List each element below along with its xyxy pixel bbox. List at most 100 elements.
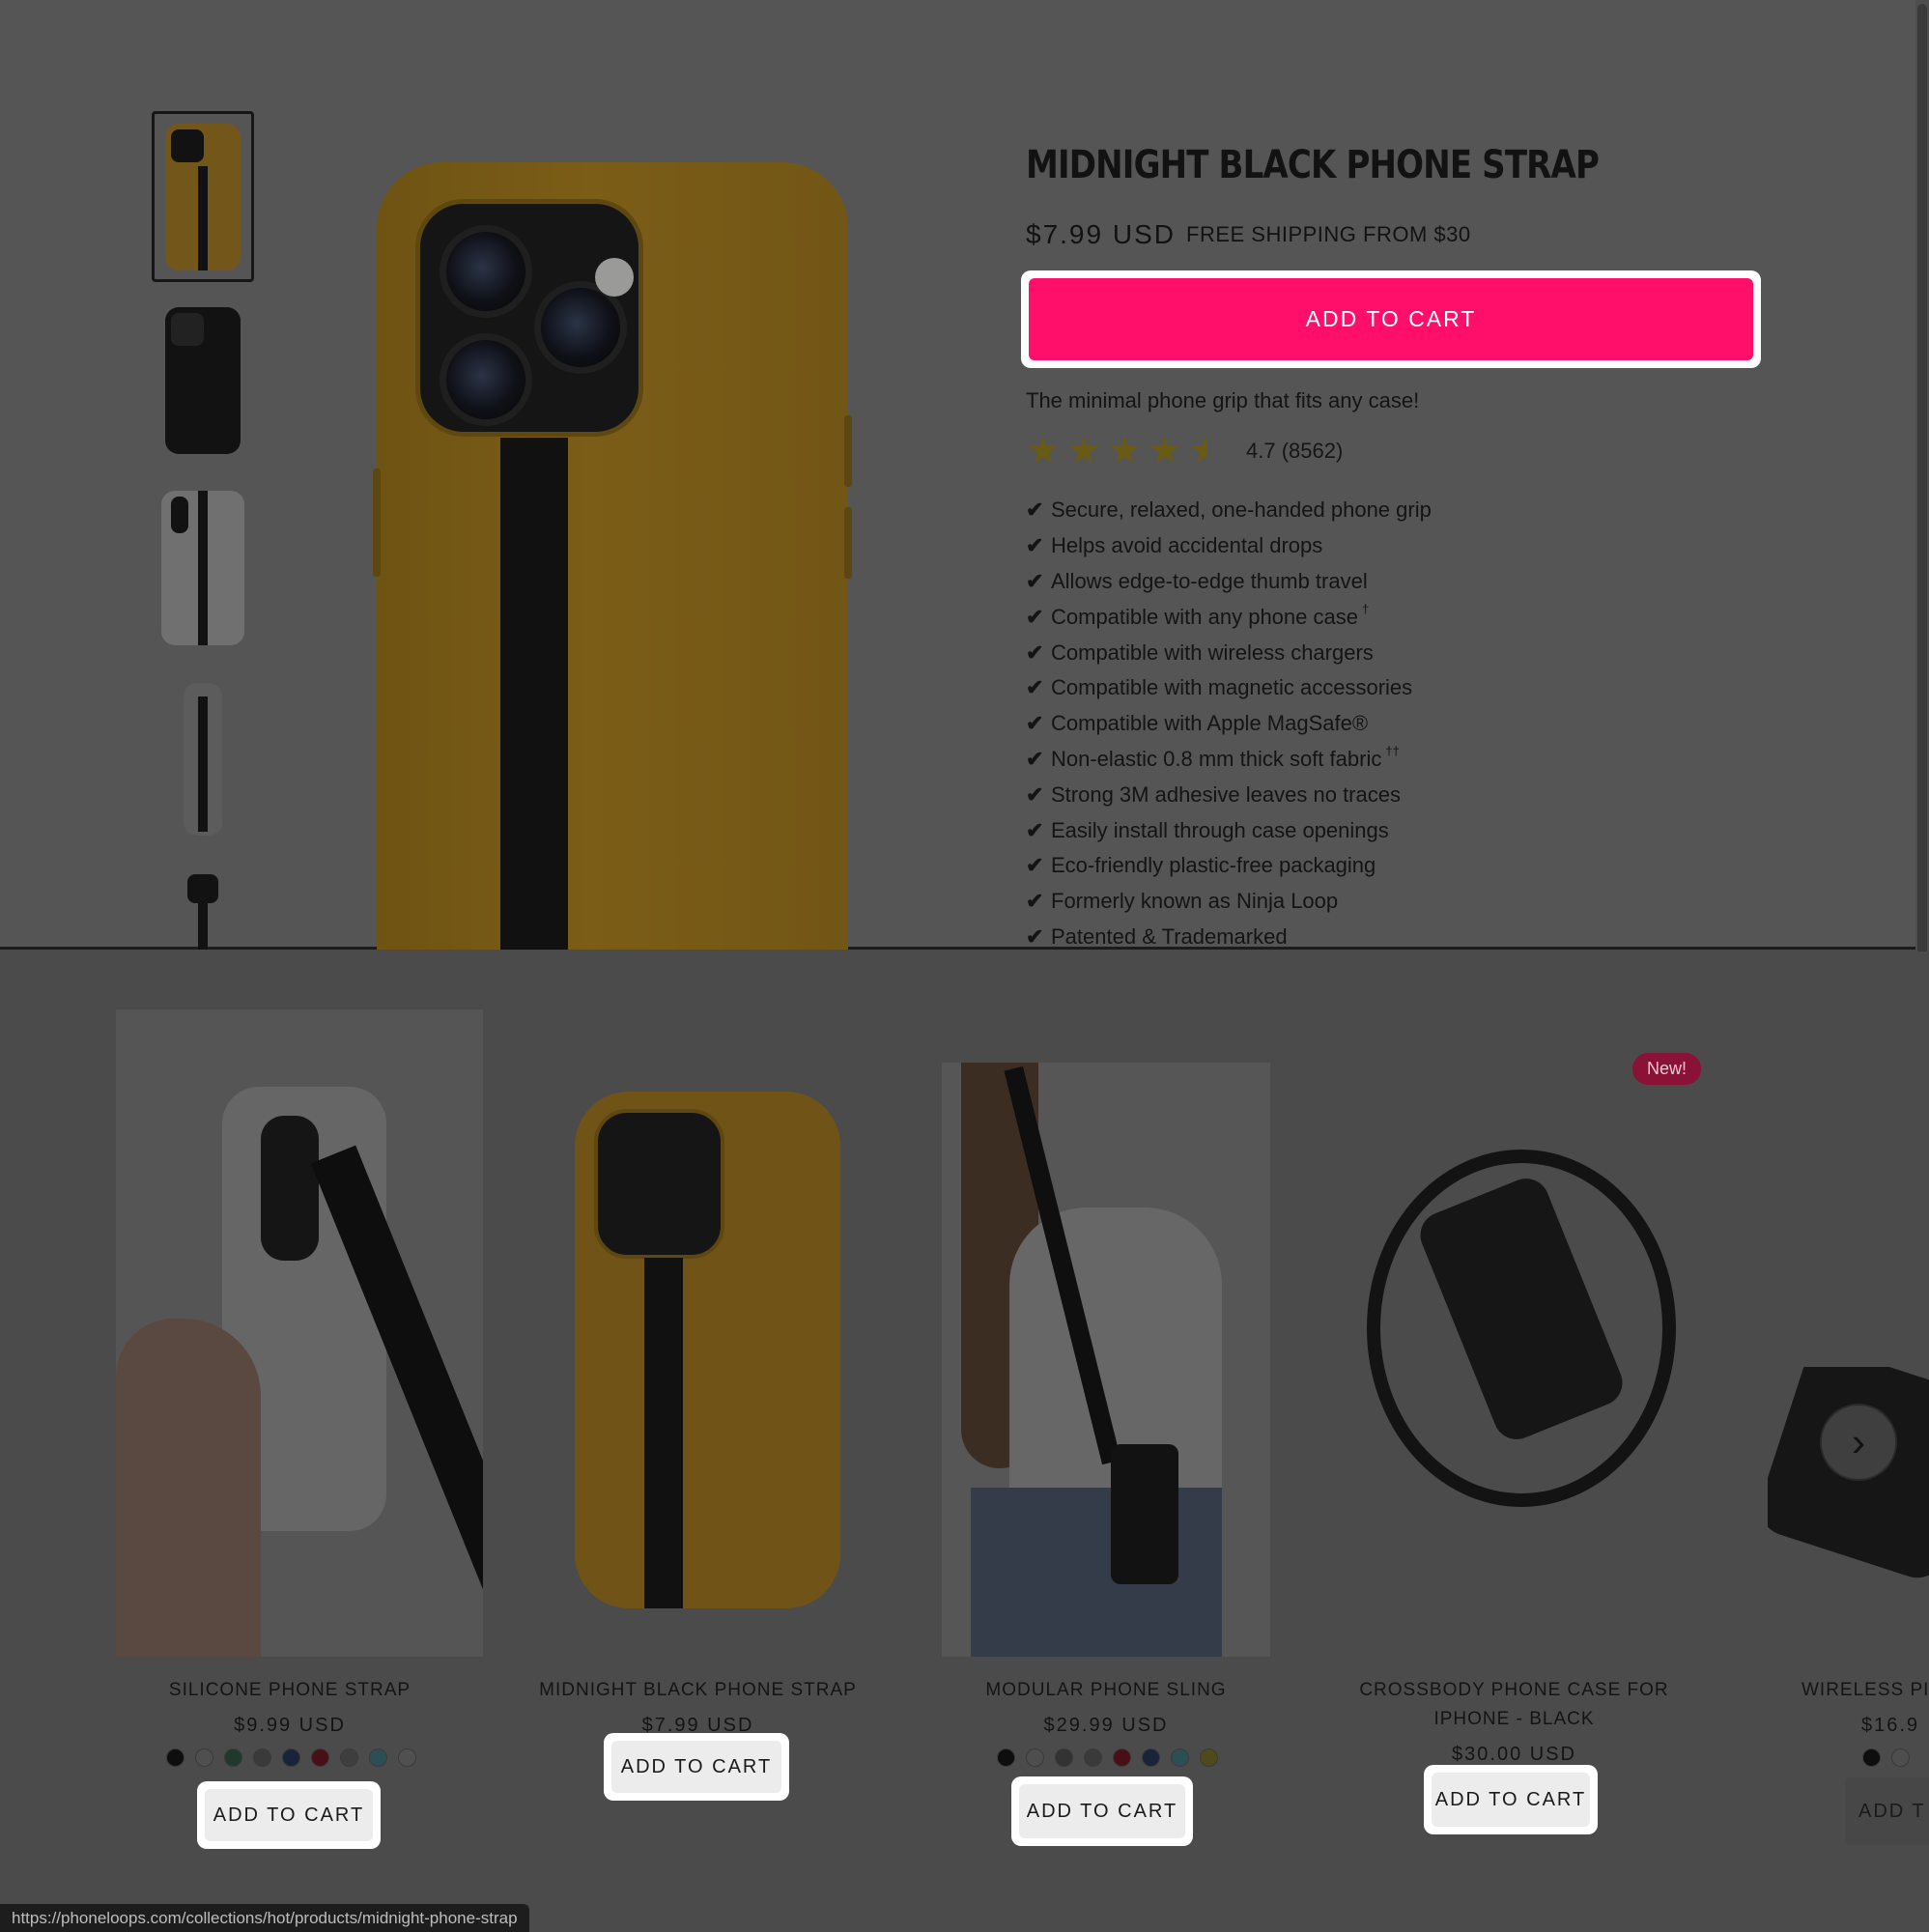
thumbnail-image bbox=[184, 683, 222, 836]
color-swatch[interactable] bbox=[369, 1748, 387, 1767]
add-to-cart-focus-ring: ADD TO CART bbox=[197, 1781, 381, 1849]
add-to-cart-button[interactable]: ADD TO CART bbox=[1019, 1784, 1185, 1838]
feature-text: Compatible with Apple MagSafe® bbox=[1051, 711, 1369, 736]
feature-text: Compatible with magnetic accessories bbox=[1051, 675, 1413, 700]
product-price: $30.00 USD bbox=[1452, 1744, 1576, 1765]
thumbnail-camera bbox=[171, 496, 188, 533]
product-image[interactable] bbox=[1338, 1145, 1690, 1560]
add-to-cart-button[interactable]: ADD T bbox=[1845, 1777, 1929, 1845]
phone-shape bbox=[1111, 1444, 1178, 1584]
product-name[interactable]: SILICONE PHONE STRAP bbox=[116, 1676, 464, 1705]
product-price: $16.9 bbox=[1861, 1715, 1920, 1736]
product-name[interactable]: CROSSBODY PHONE CASE FOR IPHONE - BLACK bbox=[1338, 1676, 1690, 1734]
scrollbar[interactable] bbox=[1915, 0, 1929, 1063]
feature-item: ✔ Compatible with magnetic accessories bbox=[1026, 670, 1435, 706]
color-swatch[interactable] bbox=[1113, 1748, 1131, 1767]
thumbnail-camera bbox=[171, 313, 204, 346]
phone-side-button bbox=[373, 469, 381, 577]
star-half-icon: ★ bbox=[1186, 433, 1225, 469]
phone-side-button bbox=[844, 415, 852, 487]
hand-shape bbox=[116, 1319, 261, 1657]
product-name[interactable]: WIRELESS PI bbox=[1801, 1676, 1929, 1705]
check-icon: ✔ bbox=[1026, 853, 1044, 878]
color-swatch[interactable] bbox=[195, 1748, 213, 1767]
new-badge: New! bbox=[1632, 1053, 1702, 1085]
add-to-cart-button[interactable]: ADD TO CART bbox=[1432, 1773, 1590, 1827]
color-swatch[interactable] bbox=[340, 1748, 358, 1767]
phone-strap bbox=[644, 1258, 683, 1608]
product-name[interactable]: MODULAR PHONE SLING bbox=[942, 1676, 1270, 1705]
add-to-cart-button-partial: ADD T bbox=[1845, 1777, 1929, 1845]
feature-text: Compatible with any phone case bbox=[1051, 604, 1358, 629]
add-to-cart-focus-ring: ADD TO CART bbox=[1424, 1765, 1598, 1834]
feature-item: ✔ Compatible with wireless chargers bbox=[1026, 635, 1435, 670]
color-swatch[interactable] bbox=[1055, 1748, 1073, 1767]
thumbnail-4[interactable] bbox=[152, 681, 254, 838]
recommendations-carousel: SILICONE PHONE STRAP $9.99 USD ADD TO CA… bbox=[0, 952, 1929, 1932]
product-main-image bbox=[377, 162, 848, 950]
color-swatch[interactable] bbox=[311, 1748, 329, 1767]
thumbnail-image bbox=[184, 865, 222, 950]
color-swatch[interactable] bbox=[997, 1748, 1015, 1767]
phone-side-button bbox=[844, 507, 852, 579]
feature-text: Patented & Trademarked bbox=[1051, 923, 1288, 949]
product-title: MIDNIGHT BLACK PHONE STRAP bbox=[1026, 143, 1600, 187]
color-swatches bbox=[166, 1748, 416, 1767]
color-swatch[interactable] bbox=[1862, 1748, 1881, 1767]
color-swatch[interactable] bbox=[1891, 1748, 1910, 1767]
product-price: $7.99 USD bbox=[1026, 219, 1176, 249]
thumbnail-2[interactable] bbox=[152, 303, 254, 458]
thumbnail-image bbox=[161, 490, 244, 645]
check-icon: ✔ bbox=[1026, 533, 1044, 558]
color-swatch[interactable] bbox=[166, 1748, 184, 1767]
rating[interactable]: ★ ★ ★ ★ ★ 4.7 (8562) bbox=[1024, 433, 1343, 469]
check-icon: ✔ bbox=[1026, 746, 1044, 771]
check-icon: ✔ bbox=[1026, 781, 1044, 807]
check-icon: ✔ bbox=[1026, 568, 1044, 593]
star-icon: ★ bbox=[1148, 431, 1182, 471]
thumbnail-5[interactable] bbox=[152, 865, 254, 950]
camera-module bbox=[594, 1109, 724, 1259]
star-icon: ★ bbox=[1107, 431, 1142, 471]
thumbnail-camera bbox=[187, 874, 218, 903]
product-image[interactable] bbox=[942, 1063, 1270, 1657]
thumbnail-3[interactable] bbox=[152, 488, 254, 647]
check-icon: ✔ bbox=[1026, 675, 1044, 700]
check-icon: ✔ bbox=[1026, 923, 1044, 949]
add-to-cart-focus-ring: ADD TO CART bbox=[1011, 1776, 1193, 1846]
color-swatch[interactable] bbox=[224, 1748, 242, 1767]
add-to-cart-button[interactable]: ADD TO CART bbox=[205, 1789, 373, 1841]
phone-strap bbox=[500, 438, 568, 950]
feature-text: Compatible with wireless chargers bbox=[1051, 639, 1374, 665]
add-to-cart-focus-ring: ADD TO CART bbox=[1021, 270, 1761, 368]
product-image[interactable] bbox=[575, 1092, 840, 1608]
color-swatch[interactable] bbox=[1200, 1748, 1218, 1767]
color-swatch[interactable] bbox=[398, 1748, 416, 1767]
camera-module bbox=[415, 199, 643, 437]
check-icon: ✔ bbox=[1026, 604, 1044, 629]
camera-module bbox=[261, 1116, 319, 1261]
carousel-next-button[interactable]: › bbox=[1820, 1404, 1897, 1481]
thumbnail-1[interactable] bbox=[152, 111, 254, 282]
color-swatch[interactable] bbox=[1171, 1748, 1189, 1767]
color-swatch[interactable] bbox=[282, 1748, 300, 1767]
scrollbar-thumb[interactable] bbox=[1917, 4, 1927, 1062]
product-image[interactable] bbox=[1768, 1367, 1929, 1608]
product-image[interactable] bbox=[116, 1009, 483, 1657]
color-swatch[interactable] bbox=[1142, 1748, 1160, 1767]
add-to-cart-button[interactable]: ADD TO CART bbox=[611, 1741, 781, 1793]
feature-text: Formerly known as Ninja Loop bbox=[1051, 889, 1339, 914]
product-name[interactable]: MIDNIGHT BLACK PHONE STRAP bbox=[536, 1676, 860, 1705]
color-swatch[interactable] bbox=[253, 1748, 271, 1767]
feature-text: Helps avoid accidental drops bbox=[1051, 533, 1323, 558]
star-icon: ★ bbox=[1026, 431, 1061, 471]
color-swatch[interactable] bbox=[1084, 1748, 1102, 1767]
color-swatch[interactable] bbox=[1026, 1748, 1044, 1767]
product-price: $9.99 USD bbox=[234, 1715, 346, 1736]
feature-text: Eco-friendly plastic-free packaging bbox=[1051, 853, 1376, 878]
add-to-cart-button[interactable]: ADD TO CART bbox=[1029, 278, 1753, 360]
footnote-mark: † bbox=[1361, 602, 1370, 617]
thumbnail-strap bbox=[198, 696, 208, 832]
product-tagline: The minimal phone grip that fits any cas… bbox=[1026, 388, 1420, 412]
shipping-note: FREE SHIPPING FROM $30 bbox=[1186, 222, 1471, 246]
